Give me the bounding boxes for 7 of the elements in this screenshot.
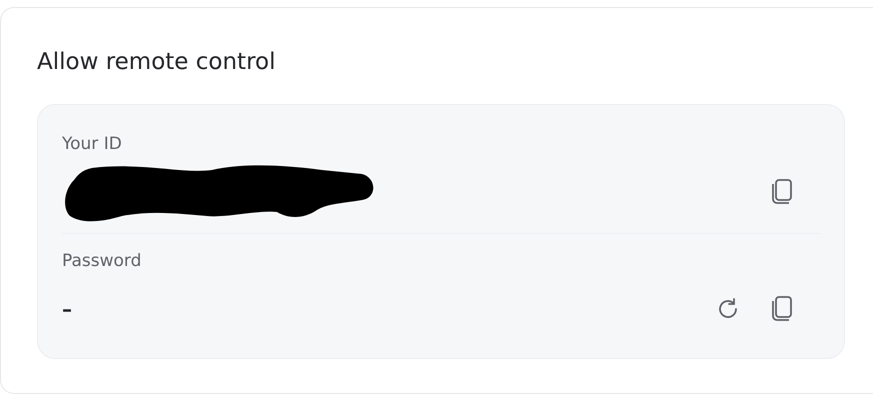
field-label: Your ID <box>62 133 122 156</box>
refresh-icon <box>716 297 740 321</box>
copy-icon <box>771 179 793 205</box>
copy-icon <box>771 296 793 322</box>
field-value: – <box>62 297 72 321</box>
field-label: Password <box>62 250 142 273</box>
section-title: Allow remote control <box>37 48 276 77</box>
